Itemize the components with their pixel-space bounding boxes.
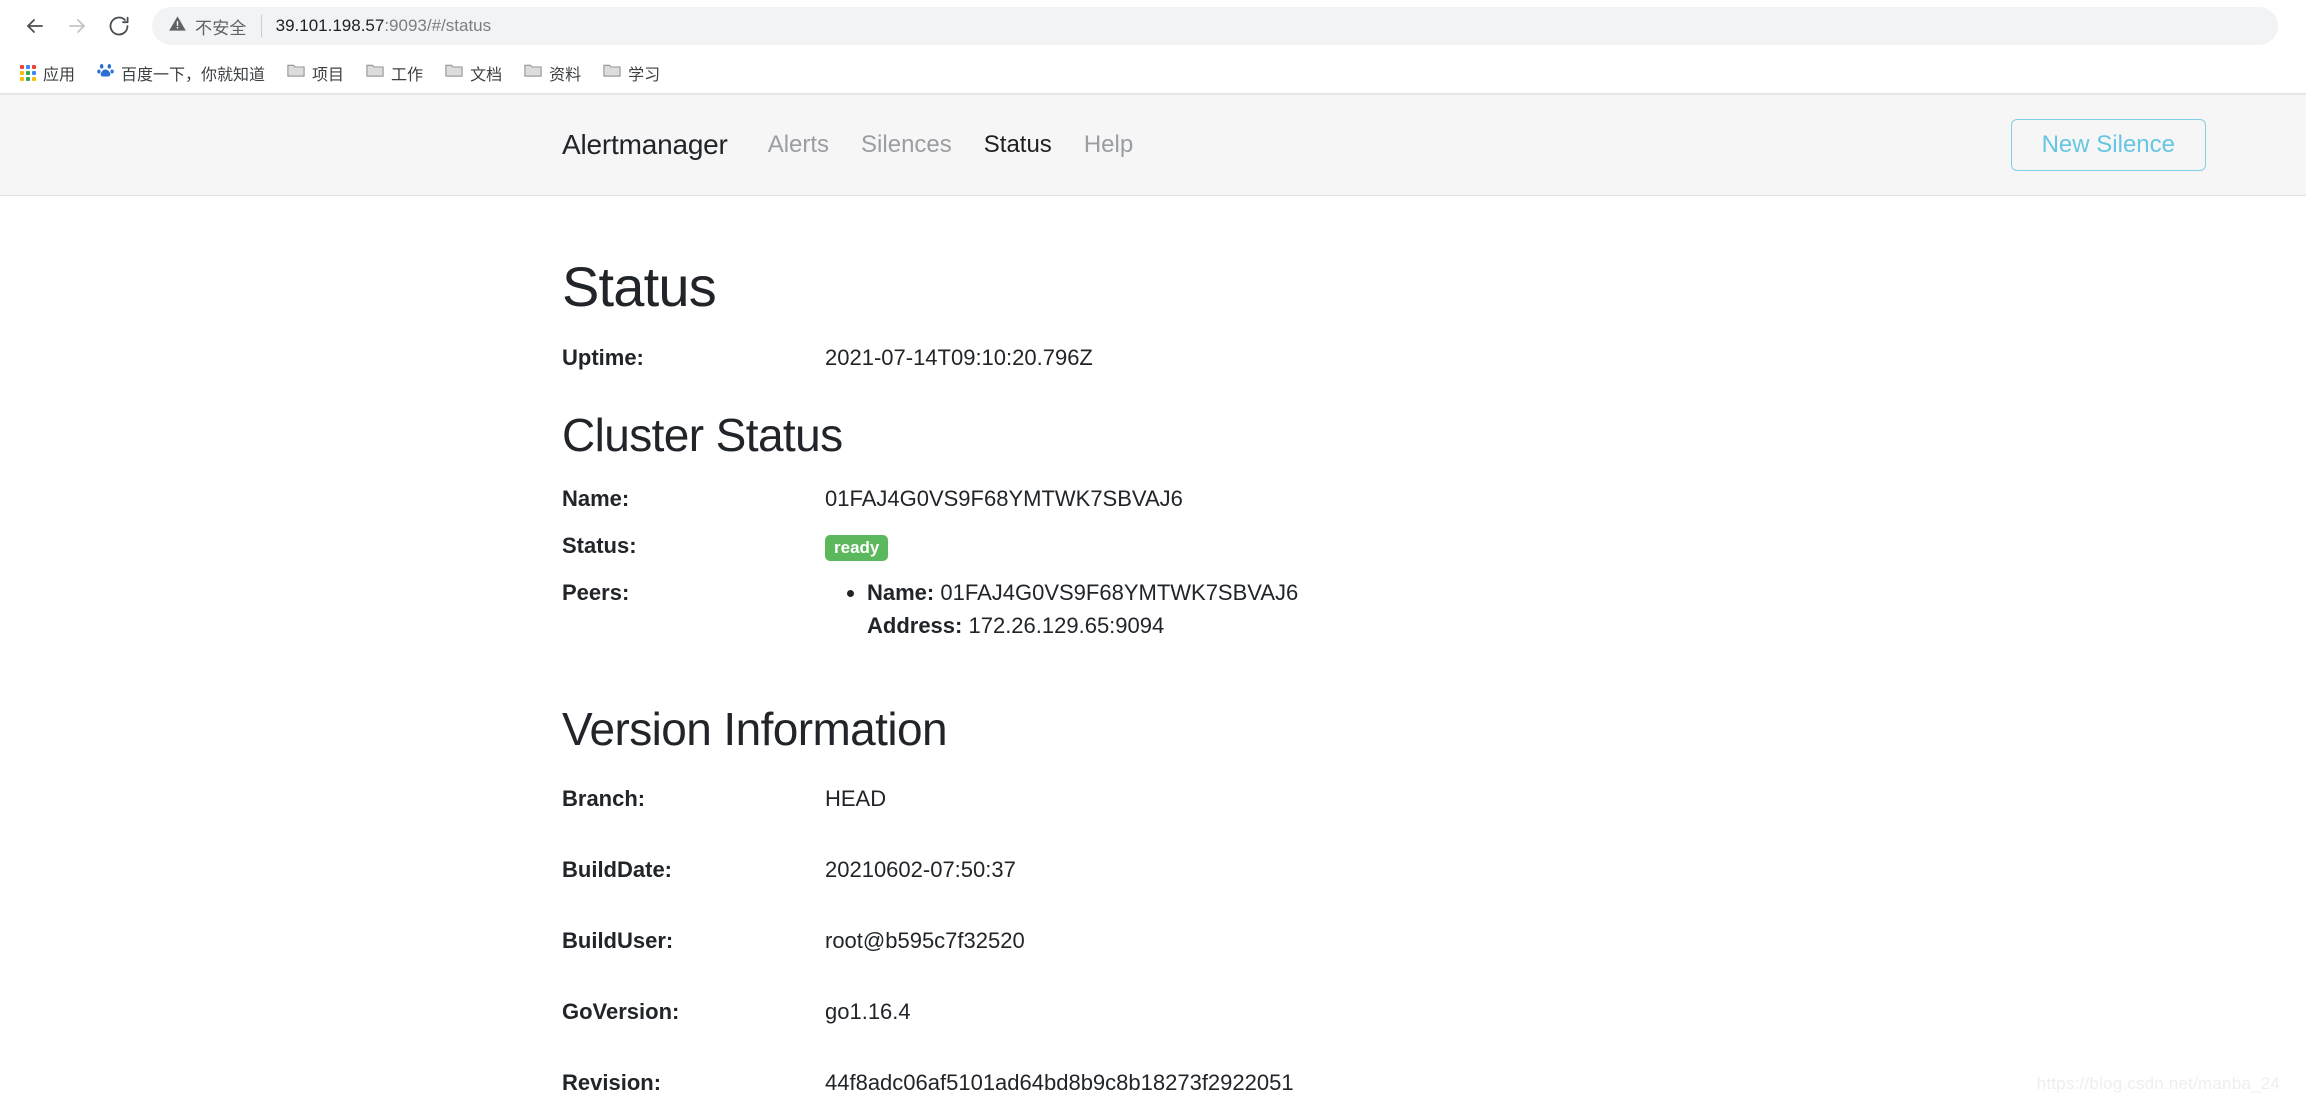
- security-indicator[interactable]: 不安全: [168, 14, 247, 39]
- back-button[interactable]: [14, 5, 56, 47]
- reload-button[interactable]: [98, 5, 140, 47]
- app-brand[interactable]: Alertmanager: [562, 129, 728, 161]
- bookmark-label: 工作: [391, 66, 424, 84]
- folder-icon: [524, 62, 542, 83]
- forward-button: [56, 5, 98, 47]
- cluster-status-row: Status: ready: [562, 529, 2306, 562]
- uptime-list: Uptime: 2021-07-14T09:10:20.796Z: [562, 341, 2306, 374]
- version-row-builduser: BuildUser: root@b595c7f32520: [562, 924, 2306, 957]
- peers-list: Name: 01FAJ4G0VS9F68YMTWK7SBVAJ6 Address…: [825, 576, 1298, 642]
- version-list: Branch: HEAD BuildDate: 20210602-07:50:3…: [562, 782, 2306, 1116]
- tab-status[interactable]: Status: [984, 131, 1052, 159]
- cluster-name-row: Name: 01FAJ4G0VS9F68YMTWK7SBVAJ6: [562, 482, 2306, 515]
- warning-triangle-icon: [168, 14, 187, 38]
- builduser-value: root@b595c7f32520: [825, 928, 1025, 953]
- cluster-peers-row: Peers: Name: 01FAJ4G0VS9F68YMTWK7SBVAJ6 …: [562, 576, 2306, 642]
- reload-icon: [107, 14, 131, 38]
- peer-name-label: Name:: [867, 580, 935, 605]
- uptime-row: Uptime: 2021-07-14T09:10:20.796Z: [562, 341, 2306, 374]
- folder-icon: [603, 62, 621, 83]
- goversion-value: go1.16.4: [825, 999, 911, 1024]
- peer-address-value: 172.26.129.65:9094: [968, 613, 1165, 638]
- version-row-branch: Branch: HEAD: [562, 782, 2306, 815]
- omnibox-divider: [260, 15, 262, 37]
- bookmark-label: 项目: [312, 66, 345, 84]
- bookmark-folder-study[interactable]: 学习: [595, 58, 668, 88]
- builddate-label: BuildDate:: [562, 857, 672, 882]
- builduser-label: BuildUser:: [562, 928, 674, 953]
- folder-icon: [445, 62, 463, 83]
- peer-name-value: 01FAJ4G0VS9F68YMTWK7SBVAJ6: [940, 580, 1299, 605]
- version-information-title: Version Information: [562, 703, 948, 755]
- cluster-name-value: 01FAJ4G0VS9F68YMTWK7SBVAJ6: [825, 486, 1183, 511]
- peer-address-line: Address: 172.26.129.65:9094: [867, 609, 1298, 642]
- arrow-right-icon: [65, 14, 89, 38]
- status-badge: ready: [825, 535, 889, 561]
- new-silence-button[interactable]: New Silence: [2010, 119, 2206, 171]
- bookmark-label: 应用: [43, 66, 76, 84]
- peer-name-line: Name: 01FAJ4G0VS9F68YMTWK7SBVAJ6: [867, 576, 1298, 609]
- url-host: 39.101.198.57: [275, 16, 385, 35]
- revision-label: Revision:: [562, 1070, 662, 1095]
- bookmarks-bar: 应用 百度一下，你就知道 项目 工作 文档 资料 学习: [0, 52, 2306, 94]
- tab-alerts[interactable]: Alerts: [768, 131, 829, 159]
- peer-address-label: Address:: [867, 613, 963, 638]
- goversion-label: GoVersion:: [562, 999, 680, 1024]
- bookmark-label: 百度一下，你就知道: [121, 66, 266, 84]
- bookmark-label: 学习: [628, 66, 661, 84]
- peer-item: Name: 01FAJ4G0VS9F68YMTWK7SBVAJ6 Address…: [867, 576, 1298, 642]
- watermark: https://blog.csdn.net/manba_24: [2036, 1074, 2280, 1093]
- arrow-left-icon: [23, 14, 47, 38]
- address-bar[interactable]: 不安全 39.101.198.57:9093/#/status: [152, 7, 2278, 45]
- uptime-value: 2021-07-14T09:10:20.796Z: [825, 345, 1093, 370]
- branch-label: Branch:: [562, 786, 646, 811]
- tab-help[interactable]: Help: [1084, 131, 1133, 159]
- cluster-name-label: Name:: [562, 486, 630, 511]
- app-navbar: Alertmanager Alerts Silences Status Help…: [0, 94, 2306, 196]
- tab-silences[interactable]: Silences: [861, 131, 952, 159]
- security-label: 不安全: [195, 18, 247, 38]
- bookmark-folder-docs[interactable]: 文档: [437, 58, 510, 88]
- folder-icon: [287, 62, 305, 83]
- cluster-status-value: ready: [825, 529, 889, 562]
- bookmark-folder-materials[interactable]: 资料: [516, 58, 589, 88]
- cluster-status-label: Status:: [562, 533, 637, 558]
- bookmark-baidu[interactable]: 百度一下，你就知道: [89, 58, 273, 88]
- cluster-list: Name: 01FAJ4G0VS9F68YMTWK7SBVAJ6 Status:…: [562, 482, 2306, 642]
- bookmark-label: 资料: [549, 66, 582, 84]
- cluster-peers-value: Name: 01FAJ4G0VS9F68YMTWK7SBVAJ6 Address…: [825, 576, 1298, 642]
- cluster-status-title: Cluster Status: [562, 409, 843, 461]
- url-path: :9093/#/status: [384, 16, 492, 35]
- uptime-label: Uptime:: [562, 345, 644, 370]
- page-title: Status: [562, 255, 717, 318]
- url-text: 39.101.198.57:9093/#/status: [276, 16, 492, 36]
- browser-chrome: 不安全 39.101.198.57:9093/#/status 应用 百度一下，…: [0, 0, 2306, 94]
- revision-value: 44f8adc06af5101ad64bd8b9c8b18273f2922051: [825, 1070, 1294, 1095]
- bookmark-apps[interactable]: 应用: [12, 58, 83, 88]
- bookmark-folder-projects[interactable]: 项目: [279, 58, 352, 88]
- branch-value: HEAD: [825, 786, 887, 811]
- baidu-icon: [97, 62, 114, 84]
- status-page: Status Uptime: 2021-07-14T09:10:20.796Z …: [0, 196, 2306, 1116]
- bookmark-folder-work[interactable]: 工作: [358, 58, 431, 88]
- cluster-peers-label: Peers:: [562, 580, 630, 605]
- version-row-builddate: BuildDate: 20210602-07:50:37: [562, 853, 2306, 886]
- apps-grid-icon: [20, 64, 36, 81]
- version-row-goversion: GoVersion: go1.16.4: [562, 995, 2306, 1028]
- builddate-value: 20210602-07:50:37: [825, 857, 1016, 882]
- bookmark-label: 文档: [470, 66, 503, 84]
- browser-toolbar: 不安全 39.101.198.57:9093/#/status: [0, 0, 2306, 52]
- folder-icon: [366, 62, 384, 83]
- nav-links: Alerts Silences Status Help: [768, 131, 1133, 159]
